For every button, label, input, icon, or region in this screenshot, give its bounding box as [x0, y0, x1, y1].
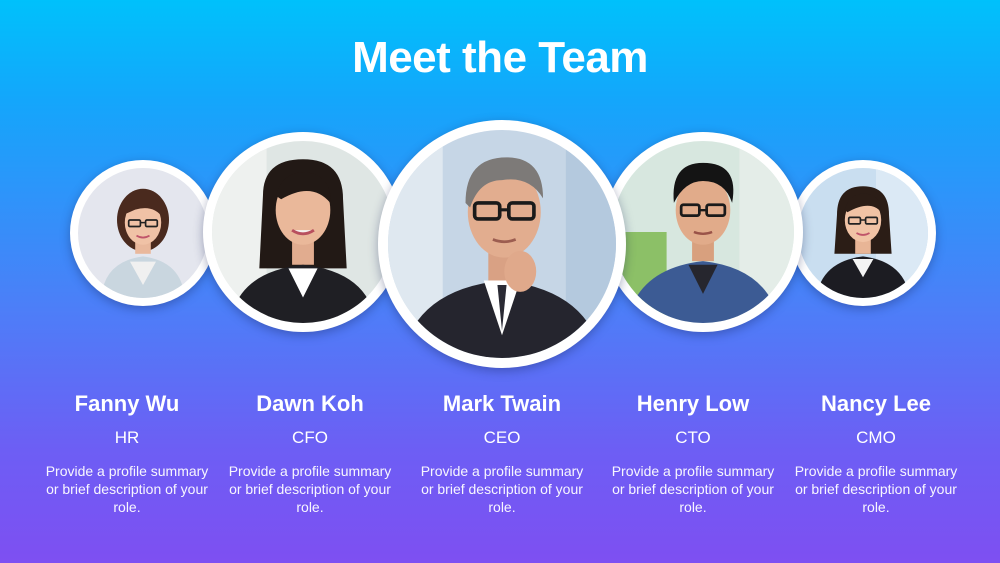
team-member-card: Fanny Wu HR Provide a profile summary or…: [37, 390, 217, 516]
team-photo: [78, 168, 208, 298]
member-description: Provide a profile summary or brief descr…: [611, 463, 775, 515]
team-photo-frame: [790, 160, 936, 306]
team-photo-frame: [603, 132, 803, 332]
member-description: Provide a profile summary or brief descr…: [228, 463, 392, 515]
team-photo: [212, 141, 394, 323]
team-photo-frame: [203, 132, 403, 332]
member-role: CEO: [483, 428, 521, 447]
team-member-card: Dawn Koh CFO Provide a profile summary o…: [220, 390, 400, 516]
member-description: Provide a profile summary or brief descr…: [45, 463, 209, 515]
team-photo: [388, 130, 616, 358]
team-member-card: Nancy Lee CMO Provide a profile summary …: [786, 390, 966, 516]
member-description: Provide a profile summary or brief descr…: [794, 463, 958, 515]
member-name: Fanny Wu: [74, 391, 180, 416]
member-description: Provide a profile summary or brief descr…: [420, 463, 584, 515]
team-member-card: Mark Twain CEO Provide a profile summary…: [412, 390, 592, 516]
member-name: Nancy Lee: [820, 391, 932, 416]
team-photo: [798, 168, 928, 298]
member-role: CMO: [856, 428, 896, 447]
team-photo-frame: [70, 160, 216, 306]
member-role: CTO: [675, 428, 711, 447]
member-name: Henry Low: [636, 391, 750, 416]
member-role: CFO: [292, 428, 328, 447]
team-photo-frame: [378, 120, 626, 368]
team-photo: [612, 141, 794, 323]
member-name: Dawn Koh: [256, 391, 364, 416]
member-name: Mark Twain: [442, 391, 562, 416]
member-role: HR: [114, 428, 140, 447]
team-member-card: Henry Low CTO Provide a profile summary …: [603, 390, 783, 516]
